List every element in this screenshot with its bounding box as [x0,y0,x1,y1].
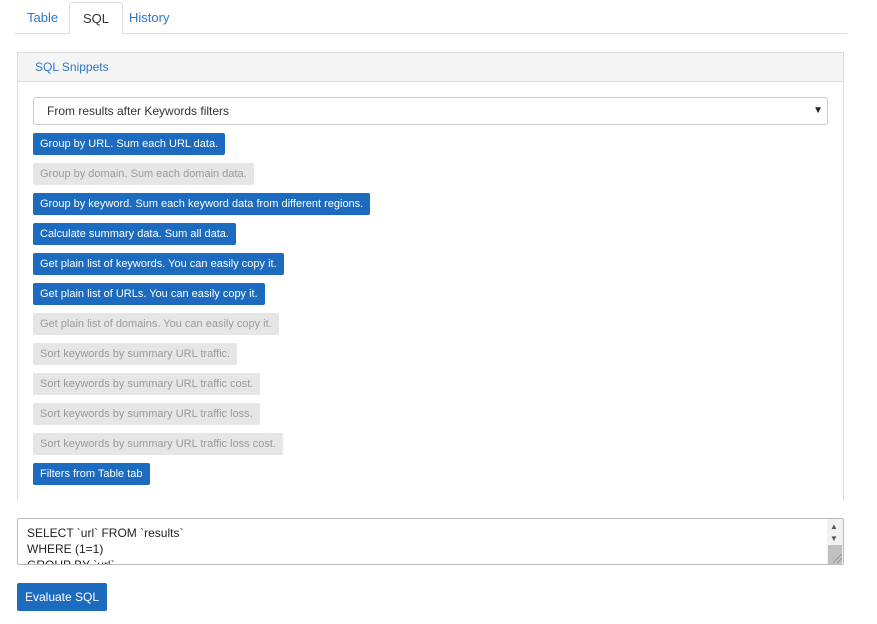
source-select[interactable]: From results after Keywords filters ▼ [33,97,828,125]
sql-snippets-panel: SQL Snippets From results after Keywords… [17,52,844,500]
snippet-sort-traffic-loss-cost: Sort keywords by summary URL traffic los… [33,433,283,455]
tab-bar: Table SQL History [14,2,847,34]
snippet-list-domains: Get plain list of domains. You can easil… [33,313,279,335]
snippet-group-by-url[interactable]: Group by URL. Sum each URL data. [33,133,226,155]
snippet-group-by-domain: Group by domain. Sum each domain data. [33,163,254,185]
tab-table[interactable]: Table [14,2,71,33]
snippet-filters-from-table[interactable]: Filters from Table tab [33,463,150,485]
sql-query-text[interactable]: SELECT `url` FROM `results` WHERE (1=1) … [27,525,827,564]
snippet-list-urls[interactable]: Get plain list of URLs. You can easily c… [33,283,265,305]
scroll-down-icon[interactable]: ▼ [830,534,838,543]
tab-sql[interactable]: SQL [69,2,124,34]
source-select-value: From results after Keywords filters [47,104,230,118]
snippet-sort-traffic-cost: Sort keywords by summary URL traffic cos… [33,373,261,395]
sql-textarea[interactable]: SELECT `url` FROM `results` WHERE (1=1) … [17,518,844,565]
resize-grip-icon[interactable] [833,554,842,563]
scroll-up-icon[interactable]: ▲ [830,522,838,531]
panel-title[interactable]: SQL Snippets [18,53,843,82]
tab-history[interactable]: History [116,2,182,33]
snippet-sort-traffic: Sort keywords by summary URL traffic. [33,343,238,365]
chevron-down-icon: ▼ [813,105,823,116]
snippet-group-by-keyword[interactable]: Group by keyword. Sum each keyword data … [33,193,371,215]
evaluate-sql-button[interactable]: Evaluate SQL [17,583,107,611]
snippet-summary-data[interactable]: Calculate summary data. Sum all data. [33,223,236,245]
snippet-list-keywords[interactable]: Get plain list of keywords. You can easi… [33,253,284,275]
snippet-sort-traffic-loss: Sort keywords by summary URL traffic los… [33,403,260,425]
